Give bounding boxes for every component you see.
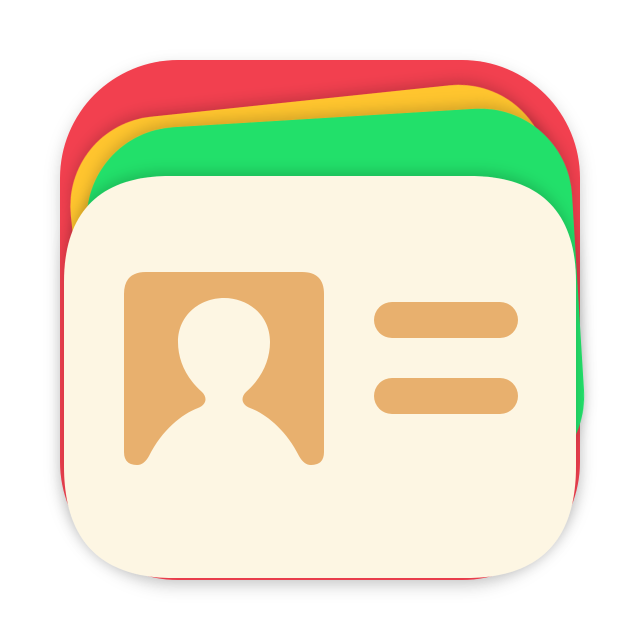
text-line-top: [374, 302, 518, 338]
app-icon-graphic: [60, 60, 585, 580]
app-icon: [0, 0, 640, 640]
text-line-bottom: [374, 378, 518, 414]
